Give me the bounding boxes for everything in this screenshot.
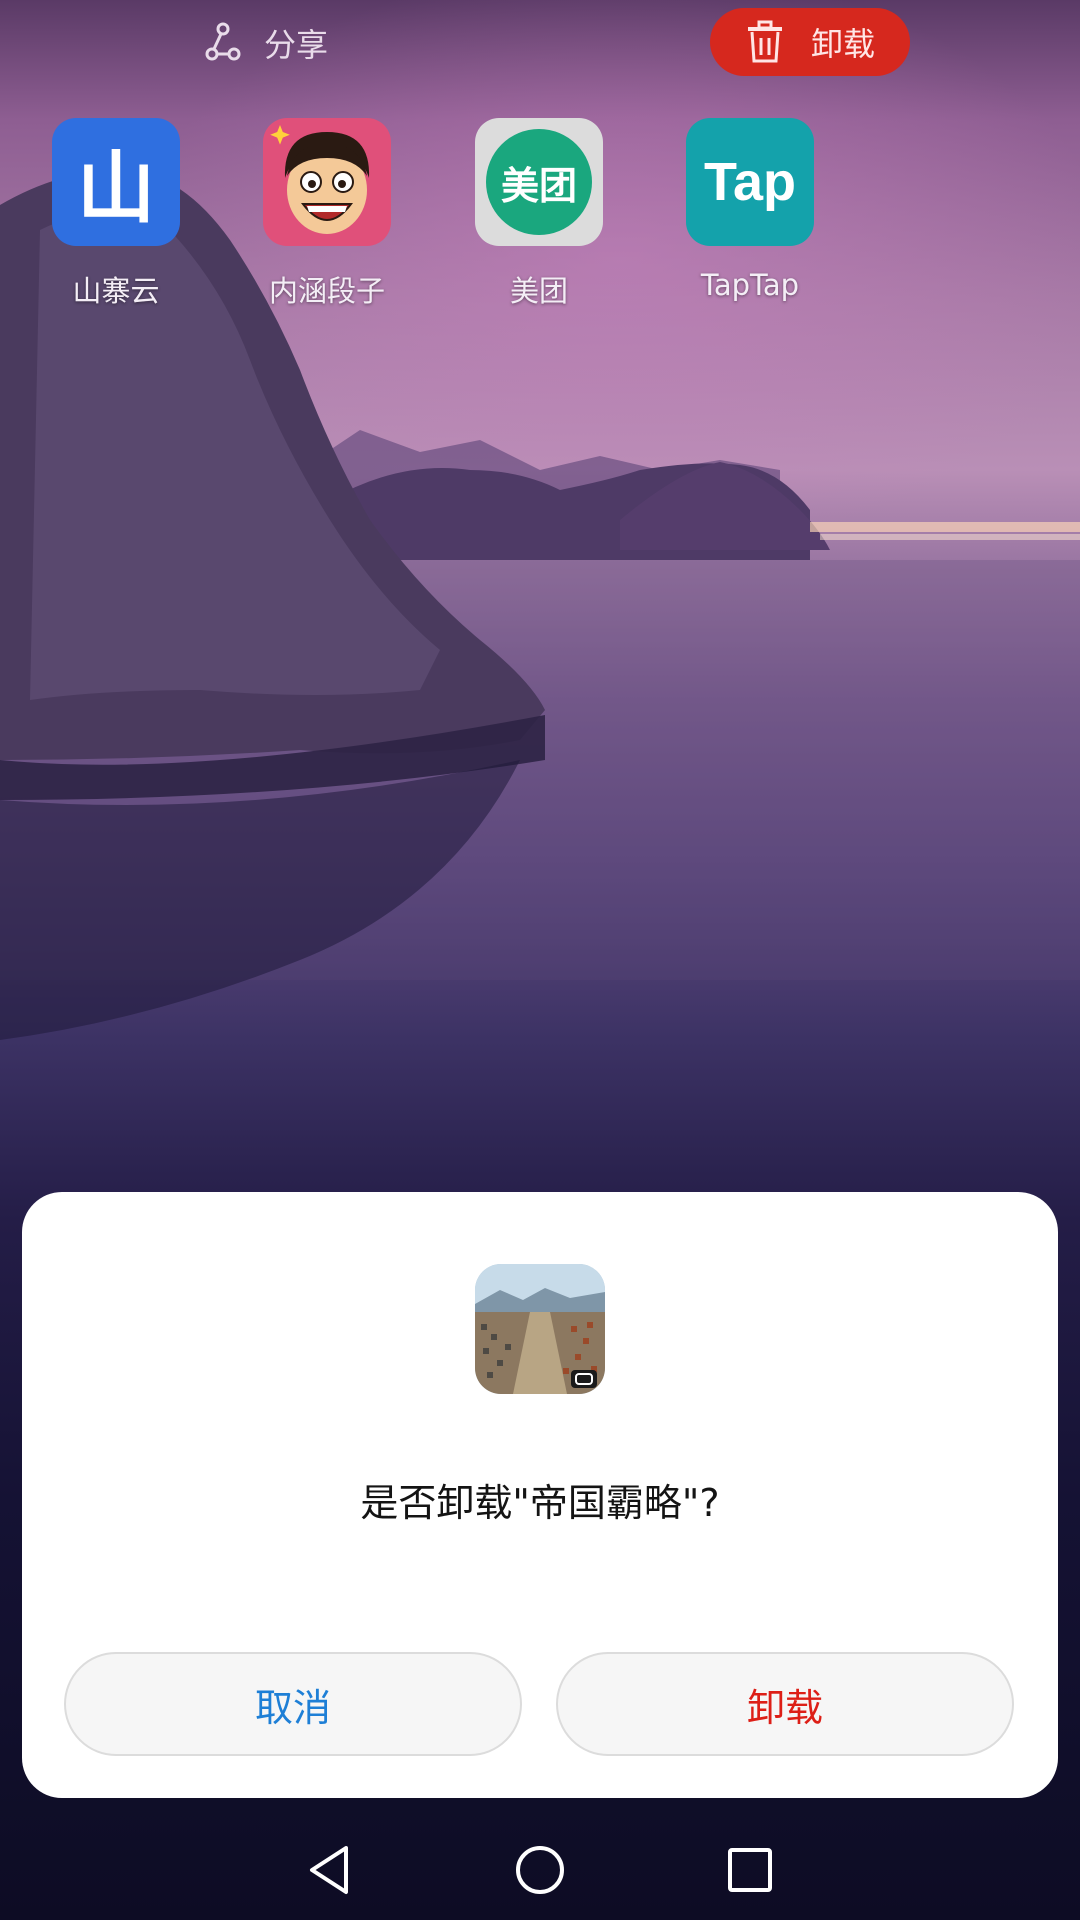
- empire-game-artwork: [475, 1264, 605, 1394]
- app-label: 美团: [509, 274, 568, 308]
- app-neihan-duanzi[interactable]: 内涵段子: [237, 118, 417, 310]
- neihan-duanzi-face-icon: [263, 118, 391, 246]
- meituan-icon-circle: 美团: [486, 129, 592, 235]
- app-meituan[interactable]: 美团 美团: [449, 118, 629, 310]
- meituan-icon: 美团: [475, 118, 603, 246]
- app-label: 内涵段子: [268, 274, 385, 308]
- uninstall-confirm-message: 是否卸载"帝国霸略"?: [360, 1481, 720, 1525]
- recents-square-icon[interactable]: [722, 1842, 778, 1898]
- shanzhaiyun-icon: 山: [52, 118, 180, 246]
- trash-icon: [747, 20, 782, 63]
- app-label: 山寨云: [72, 274, 160, 308]
- navigation-bar: [0, 1816, 1080, 1920]
- share-label: 分享: [264, 26, 329, 64]
- back-triangle-icon[interactable]: [302, 1842, 358, 1898]
- share-action[interactable]: 分享: [200, 18, 328, 68]
- app-taptap[interactable]: Tap TapTap: [660, 118, 840, 302]
- uninstall-drop-target[interactable]: 卸载: [710, 8, 910, 76]
- uninstall-dialog: 是否卸载"帝国霸略"? 取消 卸载: [22, 1192, 1058, 1798]
- cancel-button[interactable]: 取消: [64, 1652, 522, 1756]
- meituan-icon-glyph: 美团: [500, 163, 577, 208]
- laughing-face-icon: [270, 125, 370, 234]
- app-shanzhaiyun[interactable]: 山 山寨云: [26, 118, 206, 310]
- uninstall-label: 卸载: [810, 25, 875, 63]
- home-circle-icon[interactable]: [512, 1842, 568, 1898]
- shanzhaiyun-icon-glyph: 山: [76, 144, 155, 234]
- confirm-uninstall-button[interactable]: 卸载: [556, 1652, 1014, 1756]
- taptap-icon-glyph: Tap: [704, 152, 796, 212]
- share-icon: [205, 22, 241, 61]
- empire-game-icon: [475, 1264, 605, 1394]
- app-label: TapTap: [700, 268, 800, 302]
- taptap-icon: Tap: [686, 118, 814, 246]
